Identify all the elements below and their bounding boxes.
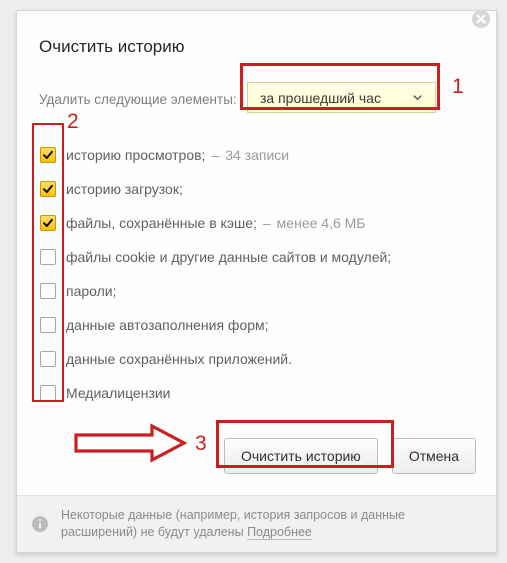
time-range-value: за прошедший час — [260, 90, 381, 106]
checkbox[interactable] — [40, 215, 56, 231]
checkbox[interactable] — [40, 351, 56, 367]
option-label: файлы cookie и другие данные сайтов и мо… — [66, 249, 391, 265]
option-row[interactable]: файлы cookie и другие данные сайтов и мо… — [40, 240, 480, 274]
option-label: данные автозаполнения форм; — [66, 317, 269, 333]
option-hint: менее 4,6 МБ — [277, 215, 366, 231]
annotation-label-3: 3 — [195, 432, 207, 456]
option-row[interactable]: историю загрузок; — [40, 172, 480, 206]
checkbox[interactable] — [40, 283, 56, 299]
footer: Некоторые данные (например, история запр… — [17, 495, 496, 552]
hint-separator: – — [263, 215, 271, 231]
option-row[interactable]: данные автозаполнения форм; — [40, 308, 480, 342]
option-row[interactable]: пароли; — [40, 274, 480, 308]
option-label: историю просмотров; — [66, 147, 205, 163]
learn-more-link[interactable]: Подробнее — [247, 525, 312, 540]
dialog-title: Очистить историю — [39, 37, 184, 57]
time-range-select[interactable]: за прошедший час — [247, 82, 436, 113]
option-row[interactable]: данные сохранённых приложений. — [40, 342, 480, 376]
checkbox[interactable] — [40, 181, 56, 197]
option-row[interactable]: файлы, сохранённые в кэше;–менее 4,6 МБ — [40, 206, 480, 240]
option-row[interactable]: Медиалицензии — [40, 376, 480, 410]
option-hint: 34 записи — [225, 147, 289, 163]
option-label: Медиалицензии — [66, 385, 171, 401]
clear-history-dialog: Очистить историю Удалить следующие элеме… — [16, 10, 497, 553]
hint-separator: – — [211, 147, 219, 163]
checkbox[interactable] — [40, 249, 56, 265]
checkbox[interactable] — [40, 385, 56, 401]
option-label: пароли; — [66, 283, 117, 299]
option-label: файлы, сохранённые в кэше; — [66, 215, 257, 231]
close-icon[interactable] — [469, 7, 493, 31]
time-range-label: Удалить следующие элементы: — [39, 92, 237, 107]
annotation-label-2: 2 — [67, 110, 79, 134]
option-label: данные сохранённых приложений. — [66, 351, 292, 367]
option-row[interactable]: историю просмотров;–34 записи — [40, 138, 480, 172]
clear-history-button[interactable]: Очистить историю — [224, 438, 378, 474]
checkbox[interactable] — [40, 317, 56, 333]
chevron-down-icon — [412, 92, 423, 103]
options-list: историю просмотров;–34 записиисторию заг… — [40, 138, 480, 410]
cancel-button[interactable]: Отмена — [392, 438, 476, 474]
annotation-label-1: 1 — [452, 75, 464, 99]
info-icon — [31, 515, 49, 533]
checkbox[interactable] — [40, 147, 56, 163]
footer-message: Некоторые данные (например, история запр… — [61, 507, 478, 541]
option-label: историю загрузок; — [66, 181, 183, 197]
annotation-arrow-icon — [72, 423, 187, 463]
